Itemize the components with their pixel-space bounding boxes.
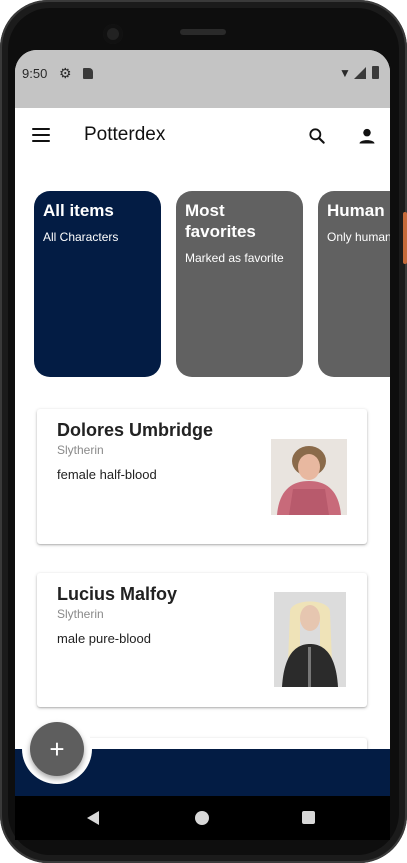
character-house: Slytherin <box>57 443 104 457</box>
earpiece-speaker <box>180 29 226 35</box>
search-icon[interactable] <box>307 126 327 146</box>
category-card-most-favorites[interactable]: Most favorites Marked as favorite <box>176 191 303 377</box>
front-camera <box>103 24 123 44</box>
character-name: Dolores Umbridge <box>57 420 214 440</box>
category-title: All items <box>43 201 114 220</box>
category-subtitle: Only human <box>327 230 390 244</box>
character-card-dolores-umbridge[interactable]: Dolores Umbridge Slytherin female half-b… <box>37 409 367 544</box>
category-carousel: All items All Characters Most favorites … <box>15 191 390 377</box>
category-subtitle: Marked as favorite <box>185 251 284 265</box>
character-name: Lucius Malfoy <box>57 584 178 604</box>
add-button[interactable]: + <box>30 722 84 776</box>
character-description: male pure-blood <box>57 631 151 646</box>
character-description: female half-blood <box>57 467 157 482</box>
sd-card-icon <box>83 68 93 79</box>
app-screen: 9:50 ⚙ ▼ Potterdex All items All Charact… <box>15 50 390 796</box>
gear-icon: ⚙ <box>59 65 72 81</box>
recent-apps-icon[interactable] <box>302 811 315 824</box>
menu-icon[interactable] <box>32 128 50 142</box>
system-nav-bar <box>15 796 390 840</box>
category-title: Most favorites <box>185 201 256 241</box>
category-card-human[interactable]: Human Only human <box>318 191 390 377</box>
app-bar: Potterdex <box>15 108 390 164</box>
category-title: Human <box>327 201 385 220</box>
category-card-all-items[interactable]: All items All Characters <box>34 191 161 377</box>
status-bar: 9:50 ⚙ ▼ <box>15 50 390 108</box>
signal-icon <box>354 67 366 79</box>
status-time: 9:50 <box>22 66 48 81</box>
category-subtitle: All Characters <box>43 230 119 244</box>
battery-icon <box>372 66 379 79</box>
app-title: Potterdex <box>84 124 166 145</box>
character-house: Slytherin <box>57 607 104 621</box>
home-icon[interactable] <box>195 811 209 825</box>
wifi-icon: ▼ <box>339 66 351 80</box>
character-portrait <box>271 439 347 515</box>
device-frame: 9:50 ⚙ ▼ Potterdex All items All Charact… <box>0 0 407 863</box>
person-icon[interactable] <box>357 126 377 146</box>
plus-icon: + <box>49 734 65 764</box>
character-portrait <box>274 592 346 687</box>
character-card-lucius-malfoy[interactable]: Lucius Malfoy Slytherin male pure-blood <box>37 573 367 707</box>
back-icon[interactable] <box>87 811 99 825</box>
power-button[interactable] <box>403 212 407 264</box>
